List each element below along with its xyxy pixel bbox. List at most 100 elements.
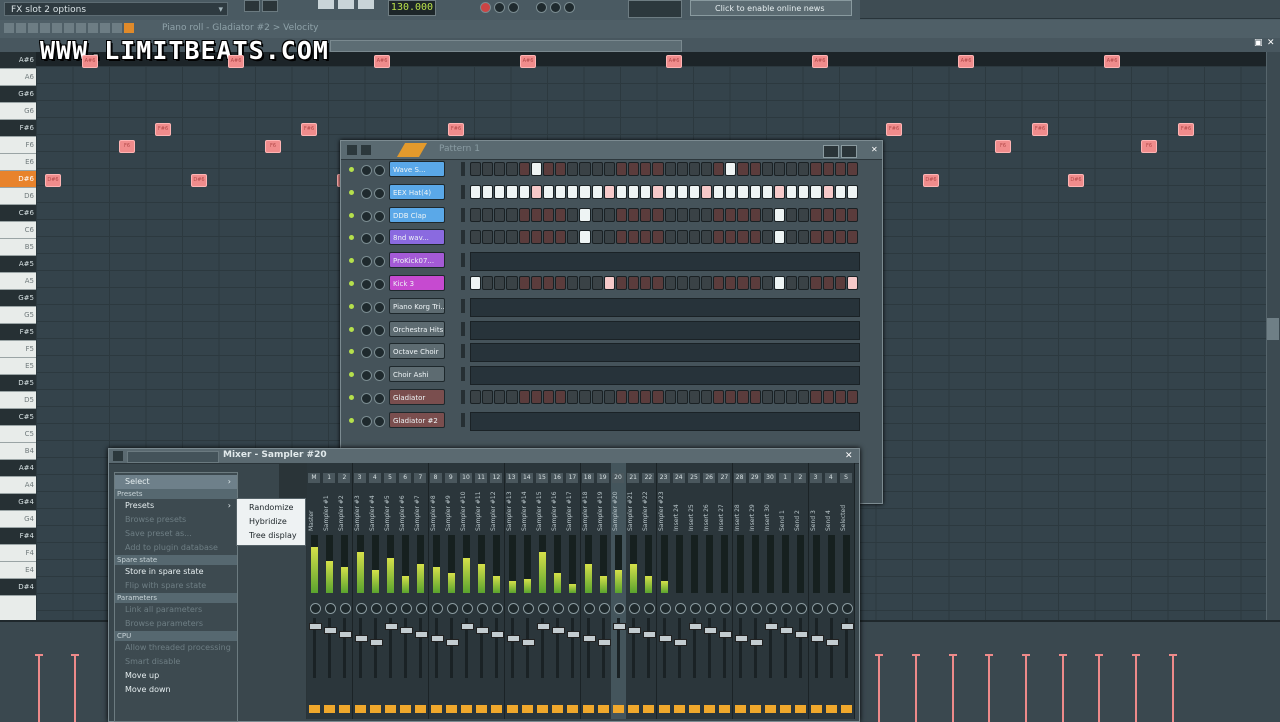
pan-knob[interactable] [361,415,372,427]
step-button[interactable] [506,276,518,290]
step-button[interactable] [640,230,652,245]
send-switch[interactable] [658,705,670,713]
fader-handle[interactable] [689,623,702,630]
piano-keyboard[interactable]: A#6 A6 G#6 G6 F#6 F6 E6 D#6 D6 C#6 C6 B5 A#5 A5 G#5 G5 F… [0,52,36,620]
step-button[interactable] [470,162,482,176]
pan-knob[interactable] [720,603,732,614]
send-switch[interactable] [491,705,503,713]
channel-select[interactable] [461,230,465,245]
menu-item[interactable]: Presets › [115,499,237,513]
step-button[interactable] [567,276,579,290]
step-button[interactable] [482,230,494,245]
step-button[interactable] [615,390,628,404]
submenu-item[interactable]: Randomize [237,501,305,515]
pan-knob[interactable] [446,603,458,614]
channel-button[interactable]: Kick 3 [389,275,445,291]
step-button[interactable] [482,207,494,222]
step-button[interactable] [798,276,810,290]
step-button[interactable] [628,184,640,199]
step-button[interactable] [761,162,773,176]
step-button[interactable] [810,230,822,245]
step-button[interactable] [530,230,542,245]
channel-select[interactable] [461,390,465,404]
fader-handle[interactable] [506,635,520,642]
mixer-track[interactable]: 17 Sampler #17 [565,463,582,719]
send-switch[interactable] [567,705,579,713]
step-button[interactable] [652,390,664,404]
step-button[interactable] [700,162,713,176]
menu-item[interactable]: Store in spare state [115,565,237,579]
pan-knob[interactable] [361,187,372,199]
pan-knob[interactable] [583,603,595,614]
step-button[interactable] [725,184,737,199]
piano-key[interactable]: F6 [0,137,36,154]
fader-handle[interactable] [597,639,611,646]
piano-key[interactable]: B5 [0,239,36,256]
piano-key[interactable]: A#5 [0,256,36,273]
piano-key[interactable]: E5 [0,358,36,375]
piano-key[interactable]: G6 [0,103,36,120]
step-button[interactable] [664,276,676,290]
channel-select[interactable] [461,207,465,222]
volume-fader[interactable] [677,618,681,678]
send-switch[interactable] [506,705,518,713]
pan-knob[interactable] [553,603,565,614]
mixer-track[interactable]: 11 Sampler #11 [474,463,491,719]
fader-handle[interactable] [704,627,718,634]
step-button[interactable] [834,184,846,199]
step-button[interactable] [555,276,567,290]
step-button[interactable] [810,162,822,176]
step-button[interactable] [518,230,530,245]
piano-key[interactable]: D#5 [0,375,36,392]
step-button[interactable] [530,207,542,222]
volume-fader[interactable] [586,618,590,678]
piano-key[interactable]: A6 [0,69,36,86]
step-button[interactable] [786,207,798,222]
mixer-track[interactable]: 14 Sampler #14 [519,463,536,719]
step-button[interactable] [518,162,530,176]
volume-knob[interactable] [374,301,385,313]
step-button[interactable] [761,184,773,199]
volume-fader[interactable] [647,618,651,678]
piano-key[interactable]: C5 [0,426,36,443]
pan-knob[interactable] [674,603,686,614]
piano-key[interactable]: E4 [0,562,36,579]
submenu-item[interactable]: Tree display [237,529,305,543]
horizontal-scrollbar[interactable] [330,40,682,52]
channel-mute-led[interactable] [349,326,354,332]
velocity-bar[interactable] [38,654,40,722]
fader-handle[interactable] [339,631,353,638]
step-button[interactable] [810,207,822,222]
step-button[interactable] [628,162,640,176]
send-switch[interactable] [628,705,640,713]
pan-knob[interactable] [568,603,580,614]
mixer-track[interactable]: 12 Sampler #12 [489,463,506,719]
step-button[interactable] [676,184,688,199]
mixer-track[interactable]: 2 Sampler #2 [337,463,354,719]
channel-mute-led[interactable] [349,372,354,378]
velocity-cap[interactable] [1132,654,1140,656]
pan-knob[interactable] [361,370,372,382]
send-switch[interactable] [339,705,351,713]
step-button[interactable] [615,207,628,222]
knob[interactable] [536,2,547,13]
step-button[interactable] [506,230,518,245]
step-button[interactable] [494,184,506,199]
pan-knob[interactable] [310,603,321,614]
step-button[interactable] [603,162,615,176]
send-switch[interactable] [461,705,472,713]
fader-handle[interactable] [825,639,839,646]
step-button[interactable] [494,276,506,290]
pan-knob[interactable] [811,603,823,614]
channel-select[interactable] [461,253,465,268]
fader-handle[interactable] [795,631,809,638]
tool-button[interactable] [52,23,62,33]
step-button[interactable] [628,230,640,245]
volume-fader[interactable] [829,618,833,678]
mixer-track[interactable]: 22 Sampler #22 [641,463,658,719]
step-button[interactable] [786,184,798,199]
volume-fader[interactable] [525,618,529,678]
step-button[interactable] [688,276,700,290]
step-button[interactable] [749,276,761,290]
piano-roll-preview[interactable] [470,297,860,317]
